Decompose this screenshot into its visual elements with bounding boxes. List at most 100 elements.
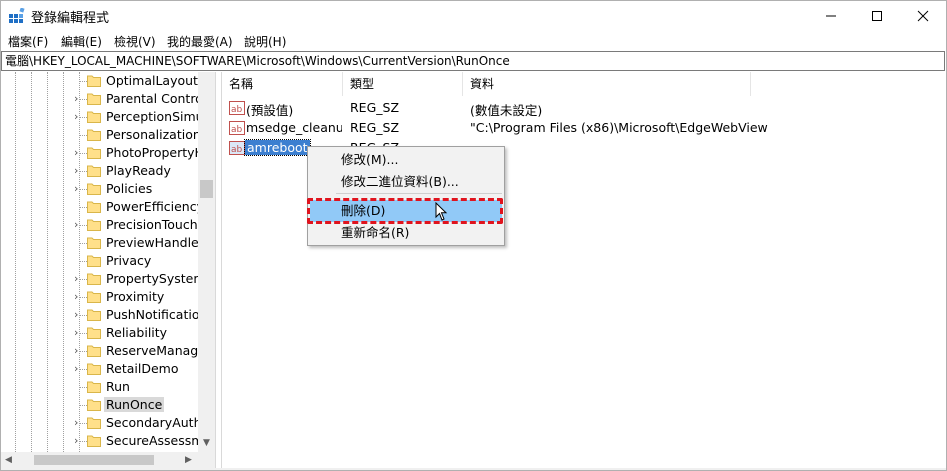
tree-connector <box>79 387 87 388</box>
tree-item[interactable]: Personalization <box>1 126 198 144</box>
folder-icon <box>87 435 101 447</box>
tree-item[interactable]: › SecureAssessment <box>1 432 198 450</box>
tree-item-label: PreviewHandlers <box>106 235 198 250</box>
tree-item[interactable]: › Proximity <box>1 288 198 306</box>
expand-chevron-icon[interactable]: › <box>74 147 84 159</box>
list-row[interactable]: ab msedge_cleanup REG_SZ "C:\Program Files … <box>222 118 946 138</box>
tree-item[interactable]: › PushNotifications <box>1 306 198 324</box>
registry-tree[interactable]: OptimalLayout › Parental Controls › Percepti… <box>1 72 216 468</box>
menu-view[interactable]: 檢視(V) <box>114 33 156 50</box>
title-bar: 登錄編輯程式 <box>0 0 947 31</box>
expand-chevron-icon[interactable]: › <box>74 93 84 105</box>
tree-item[interactable]: › RetailDemo <box>1 360 198 378</box>
tree-item[interactable]: Privacy <box>1 252 198 270</box>
tree-item-label: RunOnce <box>104 397 165 412</box>
expand-chevron-icon[interactable]: › <box>74 363 84 375</box>
tree-connector <box>79 135 87 136</box>
context-menu: 修改(M)... 修改二進位資料(B)... 刪除(D) 重新命名(R) <box>307 146 505 246</box>
tree-item[interactable]: › SecondaryAuthFactor <box>1 414 198 432</box>
tree-item-label: PhotoPropertyHandler <box>106 145 198 160</box>
folder-icon <box>87 129 101 141</box>
minimize-button[interactable] <box>808 0 854 31</box>
menu-bar: 檔案(F) 編輯(E) 檢視(V) 我的最愛(A) 說明(H) <box>0 31 947 51</box>
tree-item-label: PlayReady <box>106 163 171 178</box>
scroll-left-arrow-icon[interactable]: ◀ <box>5 455 12 465</box>
tree-item[interactable]: › PropertySystem <box>1 270 198 288</box>
minimize-icon <box>826 15 836 16</box>
folder-icon <box>87 327 101 339</box>
expand-chevron-icon[interactable]: › <box>74 327 84 339</box>
tree-item[interactable]: › Policies <box>1 180 198 198</box>
tree-item[interactable]: RunOnce <box>1 396 198 414</box>
ctx-rename[interactable]: 重新命名(R) <box>310 222 502 244</box>
svg-text:ab: ab <box>231 105 243 115</box>
expand-chevron-icon[interactable]: › <box>74 291 84 303</box>
list-row[interactable]: ab (預設值) REG_SZ (數值未設定) <box>222 98 946 118</box>
tree-vertical-scrollbar[interactable] <box>198 72 215 452</box>
tree-connector <box>79 405 87 406</box>
annotation-highlight-box <box>307 198 503 224</box>
tree-item-label: Proximity <box>106 289 165 304</box>
scroll-down-arrow-icon[interactable]: ▼ <box>203 438 210 448</box>
tree-item[interactable]: Run <box>1 378 198 396</box>
column-header-data[interactable]: 資料 <box>463 72 751 96</box>
scroll-right-arrow-icon[interactable]: ▶ <box>185 455 192 465</box>
tree-item[interactable]: › PrecisionTouchPad <box>1 216 198 234</box>
menu-file[interactable]: 檔案(F) <box>8 33 48 50</box>
tree-horizontal-scroll-thumb[interactable] <box>34 455 154 465</box>
expand-chevron-icon[interactable]: › <box>74 273 84 285</box>
expand-chevron-icon[interactable]: › <box>74 165 84 177</box>
ctx-modify-binary[interactable]: 修改二進位資料(B)... <box>310 171 502 193</box>
maximize-button[interactable] <box>854 0 900 31</box>
value-name: msedge_cleanup <box>246 120 342 135</box>
value-data: (數值未設定) <box>470 103 543 118</box>
folder-icon <box>87 273 101 285</box>
expand-chevron-icon[interactable]: › <box>74 435 84 447</box>
tree-vertical-scroll-thumb[interactable] <box>200 180 213 198</box>
tree-item-label: Policies <box>106 181 153 196</box>
tree-connector <box>79 207 87 208</box>
folder-icon <box>87 291 101 303</box>
string-value-icon: ab <box>229 141 245 155</box>
expand-chevron-icon[interactable]: › <box>74 111 84 123</box>
menu-favorites[interactable]: 我的最愛(A) <box>167 33 233 50</box>
svg-text:ab: ab <box>231 125 243 135</box>
menu-help[interactable]: 說明(H) <box>244 33 286 50</box>
close-button[interactable] <box>900 0 946 31</box>
folder-icon <box>87 219 101 231</box>
tree-item[interactable]: › Reliability <box>1 324 198 342</box>
column-header-name[interactable]: 名稱 <box>222 72 343 96</box>
close-icon <box>917 10 929 21</box>
tree-item[interactable]: › PerceptionSimulation <box>1 108 198 126</box>
tree-item[interactable]: › Parental Controls <box>1 90 198 108</box>
folder-icon <box>87 399 101 411</box>
menu-edit[interactable]: 編輯(E) <box>61 33 102 50</box>
column-header-type[interactable]: 類型 <box>343 72 463 96</box>
tree-item[interactable]: › PhotoPropertyHandler <box>1 144 198 162</box>
folder-icon <box>87 363 101 375</box>
expand-chevron-icon[interactable]: › <box>74 345 84 357</box>
tree-item[interactable]: OptimalLayout <box>1 72 198 90</box>
tree-item[interactable]: PreviewHandlers <box>1 234 198 252</box>
values-list[interactable]: 名稱 類型 資料 ab (預設值) REG_SZ (數值未設定) ab msedge_cl… <box>221 72 945 468</box>
expand-chevron-icon[interactable]: › <box>74 219 84 231</box>
address-bar[interactable]: 電腦\HKEY_LOCAL_MACHINE\SOFTWARE\Microsoft… <box>1 51 945 71</box>
tree-item[interactable]: PowerEfficiencyDiagnostics <box>1 198 198 216</box>
ctx-modify[interactable]: 修改(M)... <box>310 149 502 171</box>
tree-connector <box>79 81 87 82</box>
tree-item-label: Run <box>106 379 130 394</box>
folder-icon <box>87 111 101 123</box>
expand-chevron-icon[interactable]: › <box>74 183 84 195</box>
tree-item-label: RetailDemo <box>106 361 179 376</box>
folder-icon <box>87 93 101 105</box>
tree-item[interactable]: › ReserveManager <box>1 342 198 360</box>
tree-item-label: PrecisionTouchPad <box>106 217 198 232</box>
value-type: REG_SZ <box>350 100 400 115</box>
tree-item-label: Personalization <box>106 127 198 142</box>
expand-chevron-icon[interactable]: › <box>74 309 84 321</box>
expand-chevron-icon[interactable]: › <box>74 417 84 429</box>
tree-item[interactable]: › PlayReady <box>1 162 198 180</box>
tree-connector <box>79 243 87 244</box>
tree-item-label: SecureAssessment <box>106 433 198 448</box>
tree-item-label: Reliability <box>106 325 168 340</box>
